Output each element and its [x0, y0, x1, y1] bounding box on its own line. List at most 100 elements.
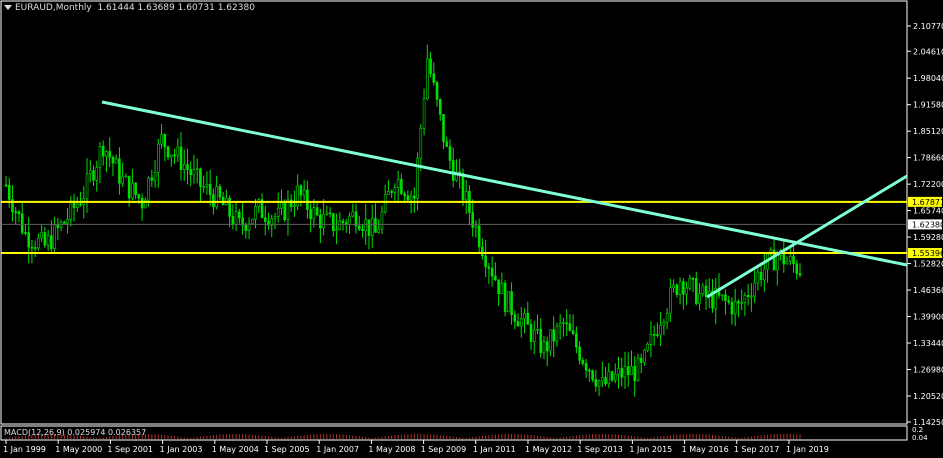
candle-body: [756, 271, 760, 284]
candle-body: [69, 200, 73, 220]
candle-body: [302, 189, 306, 196]
x-tick-label: 1 Jan 2011: [473, 445, 516, 454]
candle-body: [134, 182, 137, 195]
candle-body: [597, 380, 601, 387]
candle-body: [88, 170, 92, 174]
candle-body: [377, 228, 380, 233]
candle-body: [364, 219, 368, 231]
candle-body: [131, 182, 134, 199]
candle-body: [218, 186, 222, 198]
candle-body: [733, 301, 737, 315]
candle-body: [147, 177, 150, 201]
candle-body: [785, 260, 789, 265]
candle-body: [403, 193, 406, 197]
candle-body: [416, 157, 419, 199]
candle-body: [471, 212, 474, 228]
candle-body: [234, 211, 238, 225]
chart-window[interactable]: 1.67871 1.62380 1.55396 0.2 0.04 2.10770 2.0…: [0, 0, 943, 454]
candle-body: [743, 295, 747, 303]
candle-body: [519, 318, 523, 327]
candle-body: [37, 237, 40, 249]
candle-body: [95, 167, 99, 181]
x-tick-label: 1 Sep 2005: [264, 445, 310, 454]
candle-body: [665, 312, 669, 323]
candle-body: [24, 232, 27, 234]
candle-body: [212, 194, 215, 208]
candle-body: [532, 329, 536, 342]
candle-body: [338, 220, 342, 231]
candle-body: [795, 263, 799, 274]
candle-body: [552, 329, 555, 342]
y-tick-label: 1.33440: [913, 339, 943, 348]
candle-body: [92, 170, 95, 181]
candle-body: [422, 98, 426, 129]
y-tick-label: 1.98040: [913, 74, 943, 83]
candle-body: [186, 164, 189, 170]
candle-body: [63, 221, 66, 224]
candle-body: [497, 279, 500, 295]
candle-body: [639, 357, 643, 363]
candle-body: [293, 205, 296, 208]
candle-body: [659, 324, 662, 336]
candle-body: [776, 255, 779, 271]
x-tick-label: 1 May 2012: [525, 445, 572, 454]
y-tick-label: 1.72200: [913, 180, 943, 189]
candle-body: [594, 379, 598, 387]
candle-body: [672, 284, 675, 289]
x-tick-label: 1 Jan 1999: [3, 445, 46, 454]
y-tick-label: 1.85120: [913, 127, 943, 136]
price-level-label: 1.55396: [912, 249, 943, 258]
candle-body: [724, 294, 727, 301]
candle-body: [105, 151, 108, 157]
price-chart[interactable]: 1.67871 1.62380 1.55396 0.20.04 2.10770 2.0…: [0, 0, 943, 454]
candle-body: [607, 371, 611, 385]
candle-body: [257, 199, 261, 207]
candle-body: [157, 143, 160, 173]
candle-body: [526, 312, 530, 325]
candle-body: [276, 207, 280, 217]
x-tick-label: 1 Sep 2017: [734, 445, 780, 454]
candle-body: [740, 302, 743, 304]
candle-body: [445, 141, 449, 147]
candle-body: [173, 154, 176, 157]
dropdown-triangle-icon[interactable]: [4, 5, 12, 10]
candle-body: [694, 278, 698, 304]
candle-body: [584, 363, 588, 371]
candle-body: [299, 185, 303, 196]
candle-body: [432, 73, 436, 83]
candle-body: [406, 195, 410, 201]
candle-body: [370, 218, 374, 236]
candle-body: [7, 184, 11, 200]
trendline-ascending[interactable]: [706, 174, 908, 299]
trendline-descending[interactable]: [101, 100, 908, 267]
candle-body: [348, 215, 351, 225]
candle-body: [325, 212, 329, 215]
candle-body: [646, 343, 649, 351]
candle-body: [649, 333, 653, 345]
candle-body: [788, 255, 792, 262]
candle-body: [215, 186, 218, 208]
candle-body: [390, 191, 393, 193]
ohlc-values: 1.61444 1.63689 1.60731 1.62380: [97, 3, 255, 13]
candle-body: [490, 268, 494, 277]
candle-body: [319, 214, 322, 229]
candle-body: [630, 366, 633, 376]
candle-body: [251, 218, 254, 225]
candle-body: [387, 191, 390, 195]
candle-body: [669, 287, 672, 314]
candle-body: [208, 183, 212, 195]
candle-body: [374, 218, 377, 233]
candle-body: [124, 175, 128, 178]
candle-body: [763, 268, 766, 281]
y-tick-label: 1.91580: [913, 101, 943, 110]
y-tick-label: 1.52820: [913, 260, 943, 269]
candle-body: [43, 232, 47, 246]
candle-body: [503, 282, 507, 312]
price-level-label: 1.67871: [912, 198, 943, 207]
candle-body: [247, 223, 251, 231]
candle-body: [205, 183, 209, 187]
candle-body: [192, 169, 196, 176]
candle-body: [720, 294, 724, 297]
candle-body: [575, 333, 578, 348]
candle-body: [419, 128, 423, 159]
